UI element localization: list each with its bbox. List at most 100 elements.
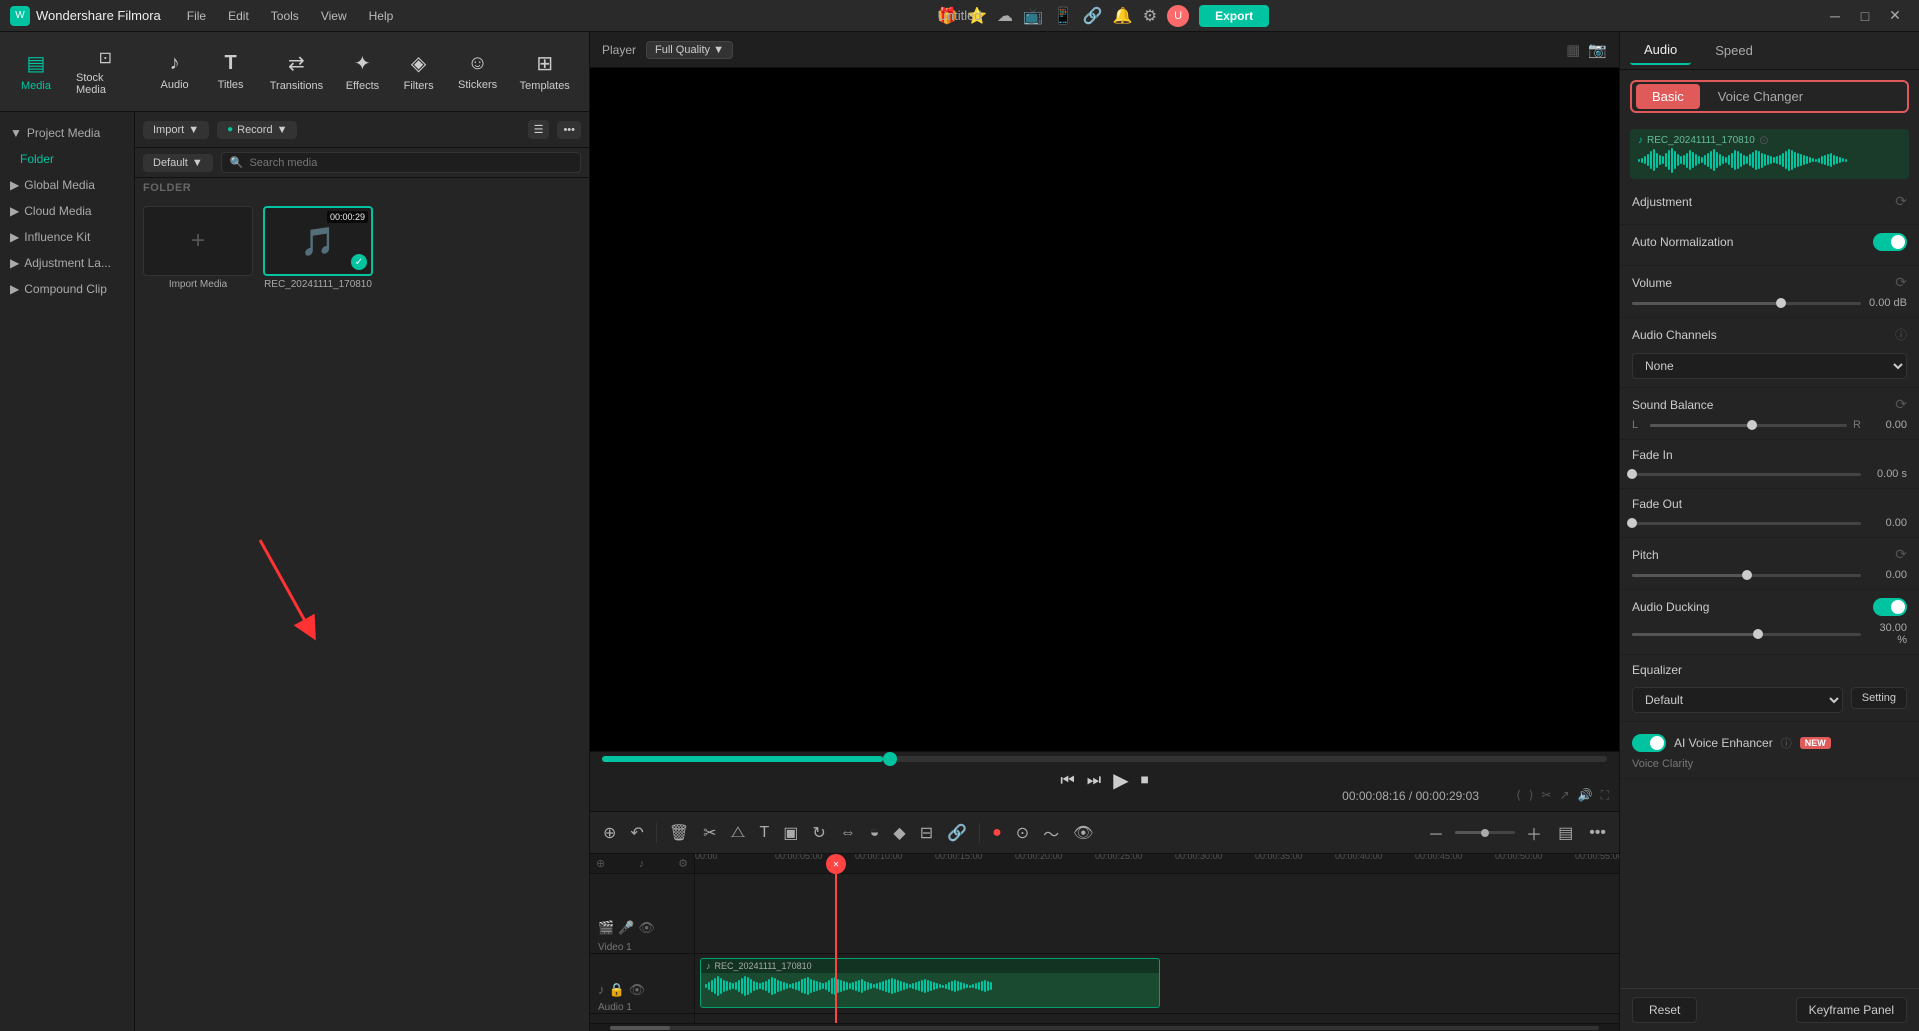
step-back-button[interactable]: ⏭: [1087, 772, 1101, 790]
play-button[interactable]: ▶: [1113, 768, 1128, 793]
speaker-icon[interactable]: 🔊: [1578, 788, 1593, 803]
playhead[interactable]: ✕: [835, 854, 837, 1023]
menu-tools[interactable]: Tools: [261, 5, 309, 27]
tool-effects[interactable]: ✦ Effects: [336, 45, 388, 98]
info-icon[interactable]: ⓘ: [1895, 326, 1907, 343]
snapshot-icon[interactable]: 📷: [1588, 41, 1607, 59]
audio1-eye-icon[interactable]: 👁: [629, 982, 646, 998]
auto-norm-toggle[interactable]: [1873, 233, 1907, 251]
audio-media-thumb[interactable]: 🎵 00:00:29 ✓: [263, 206, 373, 276]
sidebar-item-project-media[interactable]: ▼ Project Media: [0, 120, 134, 146]
audio1-wave-icon[interactable]: ♪: [598, 982, 605, 998]
sidebar-item-adjustment[interactable]: ▶ Adjustment La...: [0, 250, 134, 276]
mobile-icon[interactable]: 📱: [1053, 6, 1073, 26]
cloud-icon[interactable]: ☁: [997, 6, 1013, 26]
stop-button[interactable]: ⏹: [1141, 772, 1149, 790]
export-frame-icon[interactable]: ↗: [1560, 788, 1570, 803]
link-icon-tl[interactable]: 🔗: [942, 819, 972, 847]
tool-media[interactable]: ▤ Media: [10, 45, 62, 98]
audio-ducking-toggle[interactable]: [1873, 598, 1907, 616]
sidebar-item-compound-clip[interactable]: ▶ Compound Clip: [0, 276, 134, 302]
zoom-slider[interactable]: [1455, 831, 1515, 834]
rotate-icon[interactable]: ↻: [807, 819, 830, 847]
sidebar-item-global-media[interactable]: ▶ Global Media: [0, 172, 134, 198]
vc-tab-voice-changer[interactable]: Voice Changer: [1702, 84, 1819, 109]
link-icon[interactable]: 🔗: [1083, 6, 1103, 26]
volume-slider[interactable]: [1632, 302, 1861, 305]
video1-camera-icon[interactable]: 🎬: [598, 920, 614, 936]
crop-icon[interactable]: ▣: [778, 819, 803, 847]
add-audio-track-icon[interactable]: ♪: [639, 858, 645, 870]
pitch-slider[interactable]: [1632, 574, 1861, 577]
equalizer-setting-button[interactable]: Setting: [1851, 687, 1907, 709]
scrollbar-thumb[interactable]: [610, 1026, 670, 1030]
quality-selector[interactable]: Full Quality ▼: [646, 41, 733, 59]
screen-icon[interactable]: 📺: [1023, 6, 1043, 26]
ai-voice-info-icon[interactable]: ⓘ: [1781, 735, 1792, 751]
import-media-item[interactable]: + Import Media: [143, 206, 253, 290]
playback-progress-bar[interactable]: [602, 756, 1607, 762]
search-input[interactable]: [249, 157, 572, 169]
sidebar-folder[interactable]: Folder: [0, 146, 134, 172]
layout-icon[interactable]: ▤: [1553, 819, 1578, 847]
tool-transitions[interactable]: ⇄ Transitions: [261, 45, 333, 98]
equalizer-select[interactable]: Default: [1632, 687, 1843, 713]
playback-thumb[interactable]: [883, 752, 897, 766]
import-button[interactable]: Import ▼: [143, 121, 209, 139]
mirror-icon[interactable]: ⇔: [835, 820, 861, 846]
adjustment-reset-icon[interactable]: ⟳: [1895, 193, 1907, 210]
video1-eye-icon[interactable]: 👁: [638, 920, 655, 936]
skip-back-button[interactable]: ⏮: [1060, 772, 1074, 790]
add-track-icon[interactable]: ⊕: [598, 819, 621, 847]
text-icon[interactable]: T: [754, 820, 774, 846]
ai-voice-toggle[interactable]: [1632, 734, 1666, 752]
tool-filters[interactable]: ◈ Filters: [393, 45, 445, 98]
undo-icon[interactable]: ↶: [625, 819, 648, 847]
timeline-scrollbar[interactable]: [590, 1023, 1619, 1031]
color-icon[interactable]: ◒: [865, 820, 885, 846]
fullscreen-icon[interactable]: ⛶: [1601, 788, 1609, 803]
video1-mic-icon[interactable]: 🎤: [618, 920, 634, 936]
menu-file[interactable]: File: [177, 5, 216, 27]
keyframe-icon[interactable]: ◆: [888, 819, 910, 847]
user-avatar[interactable]: U: [1167, 5, 1189, 27]
mark-out-icon[interactable]: ⟩: [1529, 788, 1534, 803]
default-sort-button[interactable]: Default ▼: [143, 154, 213, 172]
playhead-marker[interactable]: ✕: [826, 854, 846, 874]
group-icon[interactable]: ⊟: [915, 819, 938, 847]
sidebar-item-cloud-media[interactable]: ▶ Cloud Media: [0, 198, 134, 224]
sidebar-item-influence[interactable]: ▶ Influence Kit: [0, 224, 134, 250]
zoom-in-icon[interactable]: ＋: [1521, 817, 1547, 849]
close-button[interactable]: ✕: [1881, 5, 1909, 27]
import-media-thumb[interactable]: +: [143, 206, 253, 276]
add-video-track-icon[interactable]: ⊕: [596, 857, 605, 870]
grid-view-icon[interactable]: ▦: [1566, 41, 1580, 59]
tool-audio[interactable]: ♪ Audio: [149, 46, 201, 97]
cut-icon[interactable]: ✂: [698, 819, 721, 847]
split-icon[interactable]: ⧍: [726, 820, 751, 846]
menu-edit[interactable]: Edit: [218, 5, 259, 27]
tool-stickers[interactable]: ☺ Stickers: [449, 46, 507, 97]
zoom-out-icon[interactable]: －: [1423, 817, 1449, 849]
audio1-lock-icon[interactable]: 🔒: [609, 982, 625, 998]
keyframe-panel-button[interactable]: Keyframe Panel: [1796, 997, 1907, 1023]
export-button[interactable]: Export: [1199, 5, 1269, 27]
eye-icon[interactable]: 👁: [1068, 819, 1098, 847]
volume-reset-icon[interactable]: ⟳: [1895, 274, 1907, 291]
settings-icon[interactable]: ⚙: [1143, 6, 1157, 26]
audio-channels-select[interactable]: None: [1632, 353, 1907, 379]
tool-titles[interactable]: T Titles: [205, 46, 257, 97]
more-tl-icon[interactable]: •••: [1584, 820, 1611, 846]
sound-balance-slider[interactable]: [1650, 424, 1847, 427]
audio-media-item[interactable]: 🎵 00:00:29 ✓ REC_20241111_170810: [263, 206, 373, 290]
menu-help[interactable]: Help: [359, 5, 404, 27]
maximize-button[interactable]: □: [1851, 5, 1879, 27]
menu-view[interactable]: View: [311, 5, 357, 27]
tool-stock[interactable]: ⊡ Stock Media: [66, 42, 145, 102]
audio-clip[interactable]: ♪ REC_20241111_170810: [700, 958, 1160, 1008]
tool-templates[interactable]: ⊞ Templates: [510, 45, 579, 98]
reset-button[interactable]: Reset: [1632, 997, 1697, 1023]
waveform-seek-icon[interactable]: ⊙: [1759, 133, 1769, 147]
mark-in-icon[interactable]: ⟨: [1516, 788, 1521, 803]
audio-ducking-slider[interactable]: [1632, 633, 1861, 636]
